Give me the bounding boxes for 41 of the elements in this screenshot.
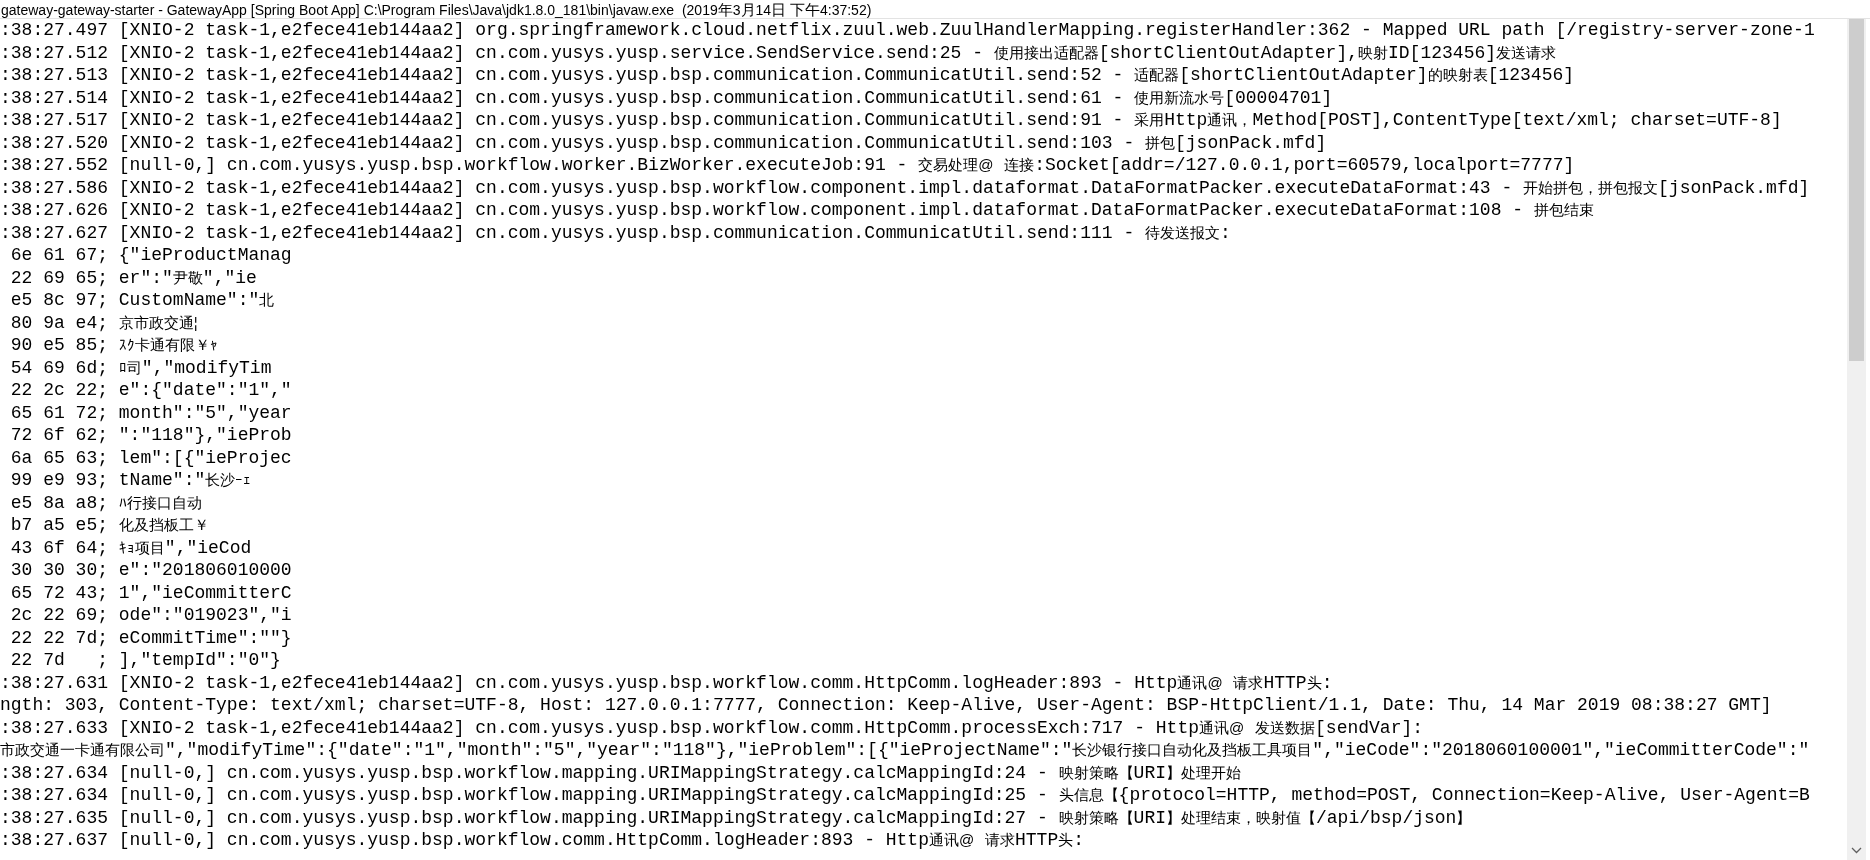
log-line: :38:27.512 [XNIO-2 task-1,e2fece41eb144aa2] cn.com.yusys.yusp.service.SendService.send:25 - 使用接出适配器[shortClientOutAdapter],映射ID[123456]发送请求 xyxy=(0,41,1557,64)
log-line: b7 a5 e5; 化及挡板工￥ xyxy=(9,514,209,537)
log-line: 22 22 7d; eCommitTime":""} xyxy=(9,626,292,649)
log-line: 22 69 65; er":"尹敬","ie xyxy=(9,266,257,289)
log-line: :38:27.631 [XNIO-2 task-1,e2fece41eb144aa2] cn.com.yusys.yusp.bsp.workflow.comm.HttpComm.logHeader:893 - Http通讯@ 请求HTTP头: xyxy=(0,671,1333,694)
log-line: :38:27.634 [null-0,] cn.com.yusys.yusp.bsp.workflow.mapping.URIMappingStrategy.calcMappingId:24 - 映射策略【URI】处理开始 xyxy=(0,761,1241,784)
log-line: :38:27.497 [XNIO-2 task-1,e2fece41eb144aa2] org.springframework.cloud.netflix.zuul.web.ZuulHandlerMapping.registerHandler:362 - Mapped URL path [/registry-server-zone-1 xyxy=(0,19,1815,42)
log-line: :38:27.586 [XNIO-2 task-1,e2fece41eb144aa2] cn.com.yusys.yusp.bsp.workflow.component.impl.dataformat.DataFormatPacker.executeDataFormat:43 - 开始拼包，拼包报文[jsonPack.mfd] xyxy=(0,176,1810,199)
log-line: e5 8a a8; ﾊ行接口自动 xyxy=(9,491,202,514)
log-line: 72 6f 62; ":"118"},"ieProb xyxy=(9,424,292,447)
log-line: :38:27.633 [XNIO-2 task-1,e2fece41eb144aa2] cn.com.yusys.yusp.bsp.workflow.comm.HttpComm.processExch:717 - Http通讯@ 发送数据[sendVar]: xyxy=(0,716,1424,739)
log-line: 22 7d ; ],"tempId":"0"} xyxy=(9,649,281,672)
log-line: :38:27.513 [XNIO-2 task-1,e2fece41eb144aa2] cn.com.yusys.yusp.bsp.communication.CommunicatUtil.send:52 - 适配器[shortClientOutAdapter]的映射表[123456] xyxy=(0,64,1575,87)
log-line: 65 61 72; month":"5","year xyxy=(9,401,292,424)
log-line: ngth: 303, Content-Type: text/xml; charset=UTF-8, Host: 127.0.0.1:7777, Connection: Keep-Alive, User-Agent: BSP-HttpClient/1.1, Date: Thu, 14 Mar 2019 08:38:27 GMT] xyxy=(0,694,1772,717)
log-line: :38:27.626 [XNIO-2 task-1,e2fece41eb144aa2] cn.com.yusys.yusp.bsp.workflow.component.impl.dataformat.DataFormatPacker.executeDataFormat:108 - 拼包结束 xyxy=(0,199,1594,222)
log-line: 43 6f 64; ｷｮ项目","ieCod xyxy=(9,536,252,559)
log-line: :38:27.637 [null-0,] cn.com.yusys.yusp.bsp.workflow.comm.HttpComm.logHeader:893 - Http通讯@ 请求HTTP头: xyxy=(0,829,1085,852)
log-line: 80 9a e4; 京市政交通¦ xyxy=(9,311,198,334)
log-line: :38:27.517 [XNIO-2 task-1,e2fece41eb144aa2] cn.com.yusys.yusp.bsp.communication.CommunicatUtil.send:91 - 采用Http通讯，Method[POST],ContentType[text/xml; charset=UTF-8] xyxy=(0,109,1782,132)
log-line: e5 8c 97; CustomName":"北 xyxy=(9,289,275,312)
log-line: :38:27.635 [null-0,] cn.com.yusys.yusp.bsp.workflow.mapping.URIMappingStrategy.calcMappingId:27 - 映射策略【URI】处理结束，映射值【/api/bsp/json】 xyxy=(0,806,1472,829)
log-line: 2c 22 69; ode":"019023","i xyxy=(9,604,292,627)
log-line: :38:27.520 [XNIO-2 task-1,e2fece41eb144aa2] cn.com.yusys.yusp.bsp.communication.CommunicatUtil.send:103 - 拼包[jsonPack.mfd] xyxy=(0,131,1327,154)
log-line: :38:27.552 [null-0,] cn.com.yusys.yusp.bsp.workflow.worker.BizWorker.executeJob:91 - 交易处理@ 连接:Socket[addr=/127.0.0.1,port=60579,localport=7777] xyxy=(0,154,1575,177)
log-line: 22 2c 22; e":{"date":"1"," xyxy=(9,379,292,402)
log-line: :38:27.514 [XNIO-2 task-1,e2fece41eb144aa2] cn.com.yusys.yusp.bsp.communication.CommunicatUtil.send:61 - 使用新流水号[00004701] xyxy=(0,86,1333,109)
log-line: 市政交通一卡通有限公司","modifyTime":{"date":"1","month":"5","year":"118"},"ieProblem":[{"ieProjectName":"长沙银行接口自动化及挡板工具项目","ieCode":"2018060100001","ieCommitterCode":" xyxy=(0,739,1810,762)
log-line: 65 72 43; 1","ieCommitterC xyxy=(9,581,292,604)
window-title: gateway-gateway-starter - GatewayApp [Spring Boot App] C:\Program Files\Java\jdk1.8.0_181\bin\javaw.exe (2019年3月14日 下午4:37:52) xyxy=(0,0,1870,19)
log-line: :38:27.634 [null-0,] cn.com.yusys.yusp.bsp.workflow.mapping.URIMappingStrategy.calcMappingId:25 - 头信息【{protocol=HTTP, method=POST, Connection=Keep-Alive, User-Agent=B xyxy=(0,784,1810,807)
scrollbar-thumb[interactable] xyxy=(1849,19,1864,361)
scroll-down-icon[interactable] xyxy=(1851,847,1862,854)
log-line: 6a 65 63; lem":[{"ieProjec xyxy=(9,446,292,469)
log-line: 30 30 30; e":"201806010000 xyxy=(9,559,292,582)
log-line: 6e 61 67; {"ieProductManag xyxy=(9,244,292,267)
log-line: 90 e5 85; ｽｸ卡通有限￥ｬ xyxy=(9,334,218,357)
log-line: 99 e9 93; tName":"长沙ｰｪ xyxy=(9,469,252,492)
log-line: :38:27.627 [XNIO-2 task-1,e2fece41eb144aa2] cn.com.yusys.yusp.bsp.communication.CommunicatUtil.send:111 - 待发送报文: xyxy=(0,221,1231,244)
log-line: 54 69 6d; ﾛ司","modifyTim xyxy=(9,356,272,379)
scrollbar-track[interactable] xyxy=(1847,19,1866,860)
